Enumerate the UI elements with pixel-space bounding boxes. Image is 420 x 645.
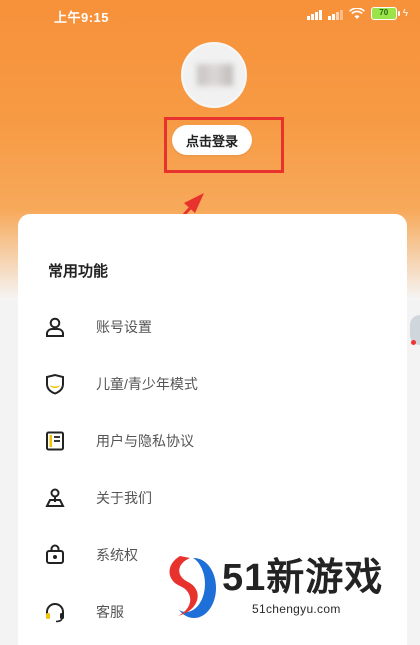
avatar[interactable] xyxy=(181,42,247,108)
watermark-logo-icon xyxy=(167,556,216,618)
signal-icon xyxy=(306,8,322,20)
lock-bag-icon xyxy=(42,542,68,568)
menu-item-label: 用户与隐私协议 xyxy=(96,433,194,449)
notification-dot xyxy=(411,340,416,345)
headset-icon xyxy=(42,599,68,625)
menu-item-about-us[interactable]: 关于我们 xyxy=(42,481,382,515)
watermark-url: 51chengyu.com xyxy=(252,602,341,616)
menu-item-label: 儿童/青少年模式 xyxy=(96,376,198,392)
document-icon xyxy=(42,428,68,454)
location-pin-icon xyxy=(42,485,68,511)
wifi-icon xyxy=(348,7,365,19)
menu-item-label: 系统权 xyxy=(96,547,138,563)
shield-icon xyxy=(42,371,68,397)
menu-item-privacy-agreement[interactable]: 用户与隐私协议 xyxy=(42,424,382,458)
signal-icon-2 xyxy=(327,8,343,20)
person-icon xyxy=(42,314,68,340)
avatar-blur xyxy=(197,64,233,86)
menu-item-child-mode[interactable]: 儿童/青少年模式 xyxy=(42,367,382,401)
menu-item-account-settings[interactable]: 账号设置 xyxy=(42,310,382,344)
watermark-title: 51新游戏 xyxy=(222,557,384,599)
status-icons: 70 ϟ xyxy=(306,7,408,20)
watermark: 51新游戏 51chengyu.com xyxy=(160,550,410,622)
status-bar: 上午9:15 70 ϟ xyxy=(0,0,420,30)
menu-item-label: 账号设置 xyxy=(96,319,152,335)
menu-item-label: 客服 xyxy=(96,604,124,620)
battery-icon: 70 xyxy=(370,7,400,20)
status-time: 上午9:15 xyxy=(54,10,110,25)
charging-icon: ϟ xyxy=(402,8,408,19)
section-title: 常用功能 xyxy=(48,263,109,280)
menu-item-label: 关于我们 xyxy=(96,490,152,506)
highlight-box xyxy=(164,117,284,173)
